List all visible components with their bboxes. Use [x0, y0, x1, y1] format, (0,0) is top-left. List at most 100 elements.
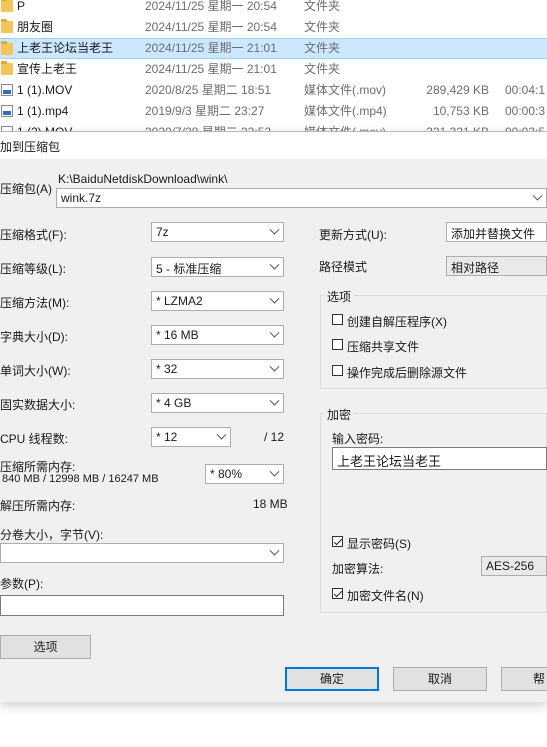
word-value: * 32	[156, 362, 178, 376]
word-label: 单词大小(W):	[0, 364, 71, 378]
dialog-title: 加到压缩包	[0, 140, 61, 154]
file-row[interactable]: 朋友圈 2024/11/25 星期一 20:54 文件夹	[0, 17, 547, 38]
delete-after-checkbox[interactable]: 操作完成后删除源文件	[332, 364, 532, 380]
chevron-down-icon[interactable]	[269, 395, 280, 406]
update-mode-label: 更新方式(U):	[319, 228, 387, 242]
folder-icon	[1, 41, 13, 55]
password-input[interactable]: 上老王论坛当老王	[332, 447, 547, 470]
volume-combo[interactable]	[0, 543, 284, 563]
file-size: 289,429 KB	[426, 83, 489, 97]
cancel-button[interactable]: 取消	[393, 667, 487, 691]
archive-name-combo[interactable]: wink.7z	[56, 188, 547, 208]
options-group-title: 选项	[324, 288, 355, 305]
chevron-down-icon[interactable]	[269, 293, 280, 304]
file-row[interactable]: P 2024/11/25 星期一 20:54 文件夹	[0, 0, 547, 17]
archive-label: 压缩包(A)	[0, 182, 52, 196]
encrypt-names-checkbox[interactable]: 加密文件名(N)	[332, 587, 492, 603]
format-value: 7z	[156, 225, 169, 239]
folder-icon	[1, 61, 13, 75]
volume-label: 分卷大小，字节(V):	[0, 528, 104, 542]
password-label: 输入密码:	[332, 432, 384, 446]
format-select[interactable]: 7z	[151, 222, 284, 242]
chevron-down-icon[interactable]	[269, 224, 280, 235]
encrypt-names-label: 加密文件名(N)	[347, 589, 424, 603]
path-mode-label: 路径模式	[319, 260, 368, 274]
level-label: 压缩等级(L):	[0, 262, 67, 276]
chevron-down-icon[interactable]	[269, 361, 280, 372]
level-value: 5 - 标准压缩	[156, 262, 222, 276]
sfx-label: 创建自解压程序(X)	[347, 315, 447, 329]
show-password-label: 显示密码(S)	[347, 537, 411, 551]
options-button[interactable]: 选项	[0, 635, 91, 659]
media-file-icon	[1, 105, 13, 117]
password-value: 上老王论坛当老王	[337, 454, 442, 469]
update-mode-select[interactable]: 添加并替换文件	[446, 222, 547, 242]
file-type: 媒体文件(.mp4)	[304, 104, 387, 118]
file-duration: 00:04:1	[505, 83, 546, 97]
ok-button[interactable]: 确定	[285, 667, 379, 691]
format-label: 压缩格式(F):	[0, 228, 67, 242]
checkbox-checked[interactable]	[332, 536, 343, 547]
chevron-down-icon[interactable]	[216, 429, 227, 440]
file-type: 媒体文件(.mov)	[304, 83, 386, 97]
dialog-titlebar[interactable]: 加到压缩包	[0, 132, 547, 159]
mem-compress-detail: 840 MB / 12998 MB / 16247 MB	[2, 473, 159, 485]
file-row[interactable]: 1 (1).MOV 2020/8/25 星期二 18:51 媒体文件(.mov)…	[0, 80, 547, 101]
file-duration: 00:00:3	[505, 104, 546, 118]
chevron-down-icon[interactable]	[269, 466, 280, 477]
chevron-down-icon[interactable]	[269, 545, 280, 556]
path-mode-select[interactable]: 相对路径	[446, 256, 547, 276]
folder-icon	[1, 0, 13, 12]
folder-icon	[1, 19, 13, 33]
file-row[interactable]: 宣传上老王 2024/11/25 星期一 21:01 文件夹	[0, 59, 547, 80]
shared-files-checkbox[interactable]: 压缩共享文件	[332, 338, 532, 354]
file-name: P	[17, 0, 26, 13]
sfx-checkbox[interactable]: 创建自解压程序(X)	[332, 313, 532, 329]
checkbox-box[interactable]	[332, 314, 343, 325]
threads-value: * 12	[156, 430, 178, 444]
file-row[interactable]: 1 (1).mp4 2019/9/3 星期二 23:27 媒体文件(.mp4) …	[0, 101, 547, 122]
file-row-selected[interactable]: 上老王论坛当老王 2024/11/25 星期一 21:01 文件夹	[0, 38, 547, 59]
word-select[interactable]: * 32	[151, 359, 284, 379]
dict-select[interactable]: * 16 MB	[151, 325, 284, 345]
level-select[interactable]: 5 - 标准压缩	[151, 257, 284, 277]
media-file-icon	[1, 84, 13, 96]
help-button[interactable]: 帮	[501, 667, 547, 691]
delete-after-label: 操作完成后删除源文件	[347, 366, 468, 380]
file-date: 2024/11/25 星期一 20:54	[145, 0, 277, 13]
file-date: 2024/11/25 星期一 20:54	[145, 20, 277, 34]
encryption-method-label: 加密算法:	[332, 562, 384, 576]
threads-select[interactable]: * 12	[151, 427, 231, 447]
encryption-method-value: AES-256	[486, 559, 535, 573]
checkbox-checked[interactable]	[332, 588, 343, 599]
mem-decompress-value: 18 MB	[253, 497, 288, 511]
encryption-method-select[interactable]: AES-256	[481, 556, 547, 576]
solid-value: * 4 GB	[156, 396, 192, 410]
file-name: 1 (1).mp4	[17, 104, 69, 118]
checkbox-box[interactable]	[332, 365, 343, 376]
chevron-down-icon[interactable]	[269, 259, 280, 270]
archive-name-value: wink.7z	[61, 191, 102, 205]
file-date: 2020/8/25 星期二 18:51	[145, 83, 272, 97]
shared-files-label: 压缩共享文件	[347, 340, 420, 354]
params-label: 参数(P):	[0, 577, 44, 591]
dict-label: 字典大小(D):	[0, 330, 68, 344]
chevron-down-icon[interactable]	[532, 190, 543, 201]
params-input[interactable]	[0, 595, 284, 616]
file-date: 2019/9/3 星期二 23:27	[145, 104, 265, 118]
encryption-group-title: 加密	[324, 406, 355, 423]
update-mode-value: 添加并替换文件	[451, 227, 536, 241]
checkbox-box[interactable]	[332, 339, 343, 350]
file-size: 10,753 KB	[432, 104, 489, 118]
method-select[interactable]: * LZMA2	[151, 291, 284, 311]
solid-select[interactable]: * 4 GB	[151, 393, 284, 413]
show-password-checkbox[interactable]: 显示密码(S)	[332, 535, 492, 551]
solid-label: 固实数据大小:	[0, 398, 76, 412]
chevron-down-icon[interactable]	[269, 327, 280, 338]
dict-value: * 16 MB	[156, 328, 199, 342]
archive-path: K:\BaiduNetdiskDownload\wink\	[58, 172, 228, 186]
file-name: 宣传上老王	[17, 62, 78, 76]
threads-total: / 12	[264, 430, 285, 444]
mem-usage-select[interactable]: * 80%	[205, 464, 284, 484]
method-label: 压缩方法(M):	[0, 296, 70, 310]
